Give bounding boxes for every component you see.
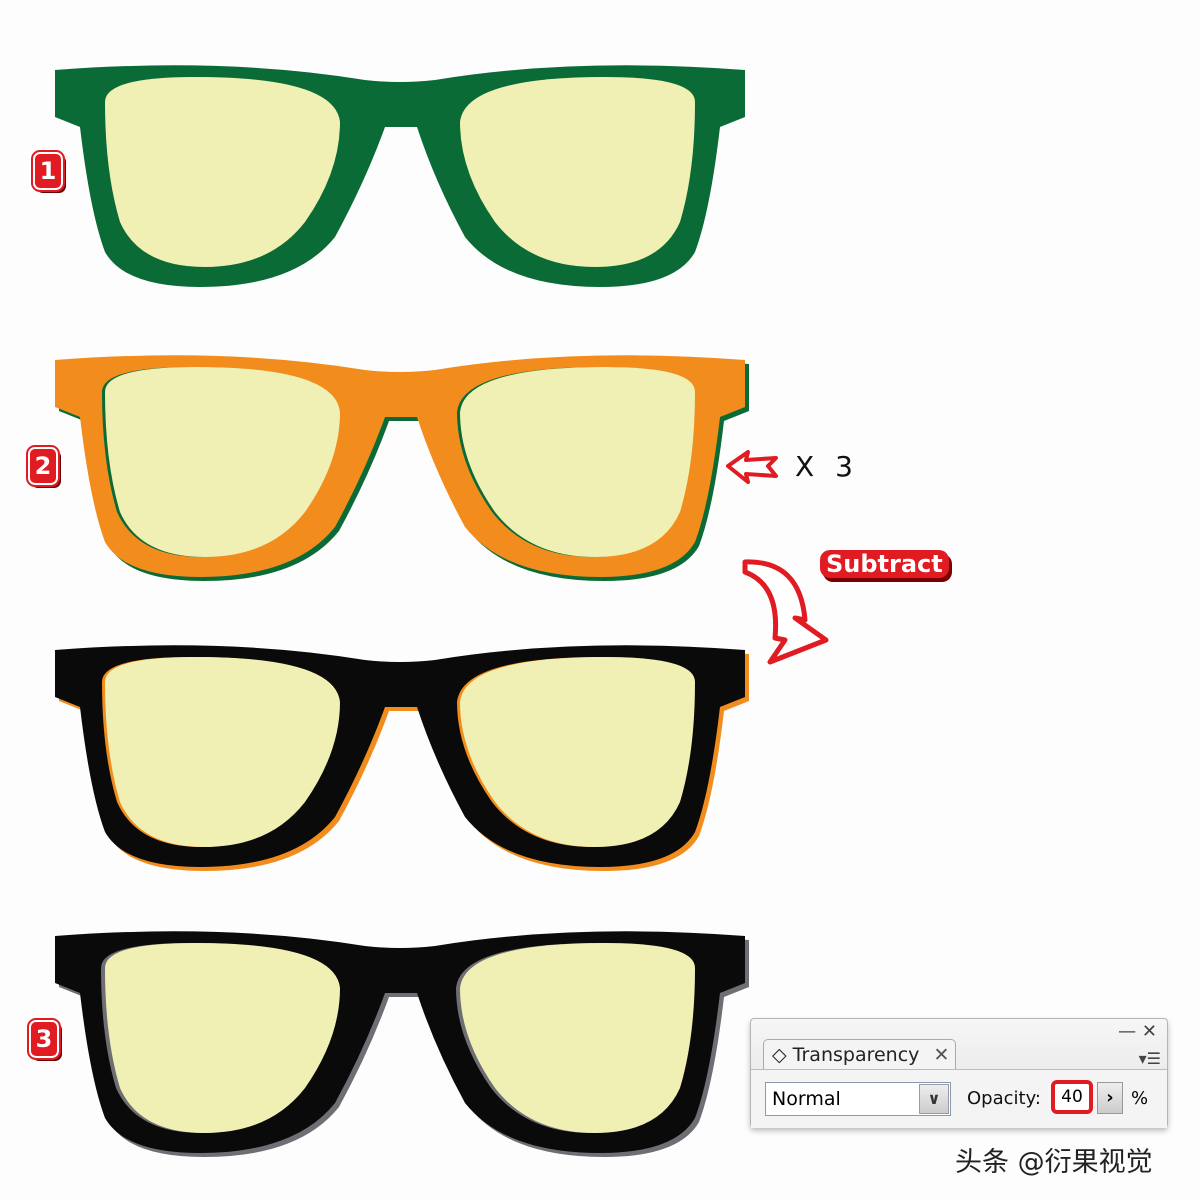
tab-label: Transparency [792,1044,920,1066]
glasses-subtract-result [55,645,749,871]
opacity-input[interactable]: 40 [1051,1080,1093,1114]
left-arrow-icon [726,450,778,484]
glasses-step-3 [55,931,749,1157]
window-controls: — ✕ [1118,1021,1157,1042]
tab-transparency[interactable]: ◇ Transparency ✕ [763,1039,956,1069]
curved-arrow-icon [742,559,829,665]
diamond-icon: ◇ [772,1044,787,1066]
step-badge-3: 3 [27,1018,61,1060]
transparency-panel: — ✕ ◇ Transparency ✕ ▾☰ Normal ∨ Opacity… [750,1018,1168,1128]
step-badge-2: 2 [26,445,60,487]
panel-body: Normal ∨ Opacity: 40 › % [751,1069,1167,1128]
minimize-icon[interactable]: — [1118,1021,1136,1042]
opacity-unit: % [1131,1088,1149,1109]
close-icon[interactable]: ✕ [1142,1021,1157,1042]
repeat-label: X 3 [795,450,859,483]
chevron-down-icon[interactable]: ∨ [919,1084,949,1114]
glasses-step-2 [55,355,749,581]
opacity-label: Opacity: [967,1088,1041,1109]
subtract-label: Subtract [820,550,949,578]
tab-close-icon[interactable]: ✕ [933,1044,949,1066]
blend-mode-select[interactable]: Normal ∨ [765,1082,951,1116]
blend-mode-value: Normal [772,1088,841,1110]
watermark: 头条 @衍果视觉 [955,1147,1153,1178]
step-badge-1: 1 [31,150,65,192]
chevron-right-icon[interactable]: › [1097,1082,1123,1114]
glasses-step-1 [55,65,745,287]
panel-menu-icon[interactable]: ▾☰ [1139,1049,1161,1068]
